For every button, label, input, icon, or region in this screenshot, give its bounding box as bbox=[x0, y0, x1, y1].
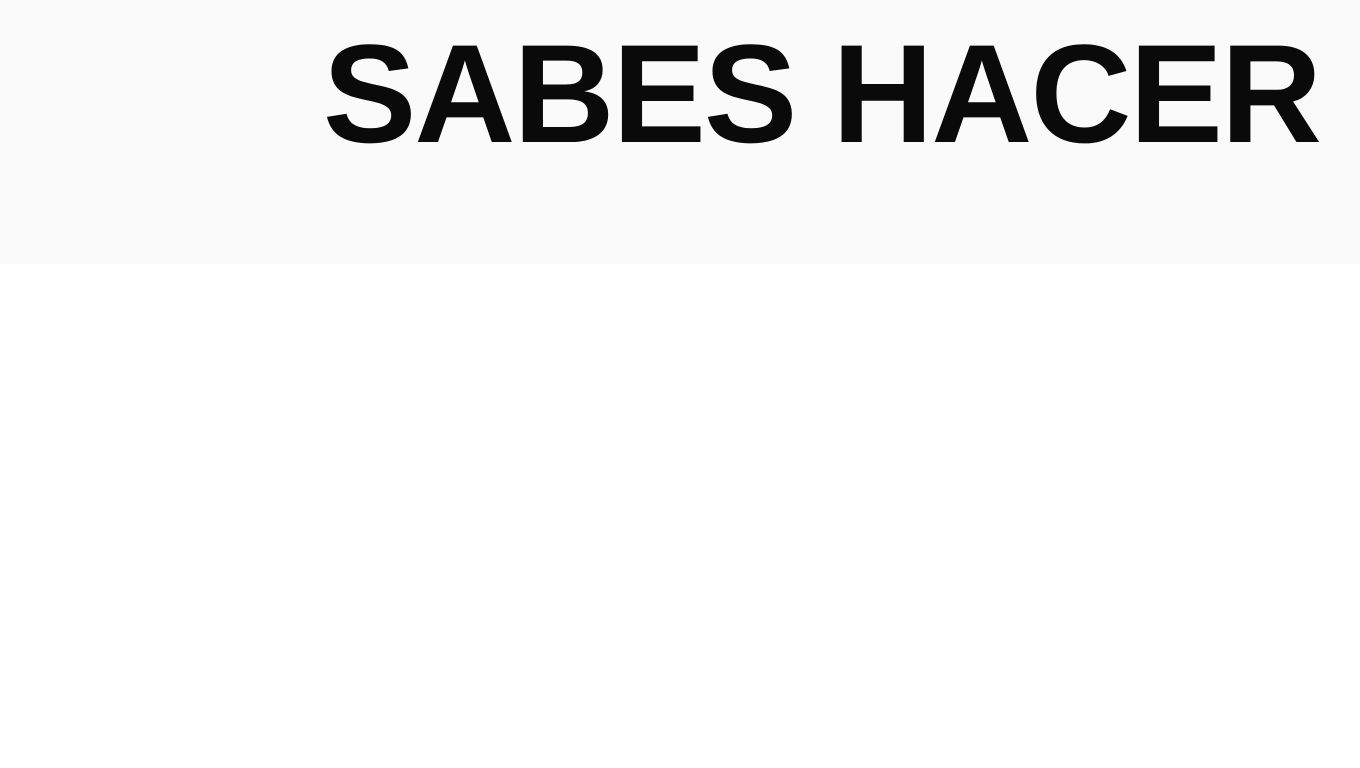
content-area bbox=[0, 264, 1360, 768]
header-band: SABES HACER bbox=[0, 0, 1360, 264]
page: SABES HACER bbox=[0, 0, 1360, 768]
headline: SABES HACER bbox=[322, 15, 1322, 172]
